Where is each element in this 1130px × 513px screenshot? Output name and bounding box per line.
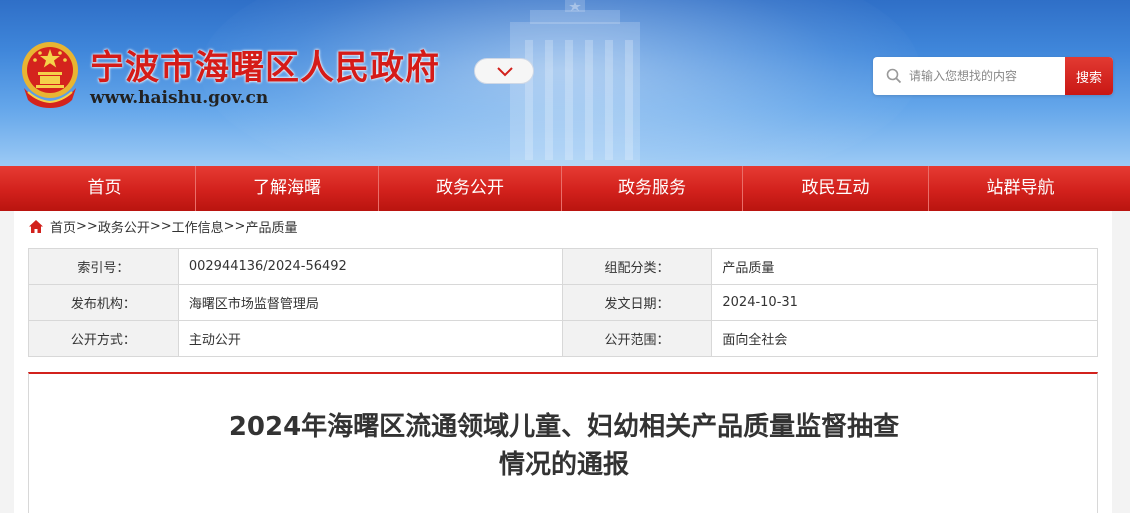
main-content: 首页 >> 政务公开 >> 工作信息 >> 产品质量 索引号： 00294413…: [14, 211, 1112, 513]
nav-item-gov-affairs-open[interactable]: 政务公开: [379, 166, 562, 211]
breadcrumb-home[interactable]: 首页: [50, 217, 76, 236]
meta-value-date: 2024-10-31: [711, 284, 1098, 321]
nav-item-interaction[interactable]: 政民互动: [743, 166, 929, 211]
meta-label-category: 组配分类：: [561, 248, 713, 285]
article-title-line-1: 2024年海曙区流通领域儿童、妇幼相关产品质量监督抽查: [228, 412, 900, 442]
meta-value-disclosure-method: 主动公开: [177, 320, 563, 357]
search-button[interactable]: 搜索: [1065, 57, 1113, 95]
nav-item-home[interactable]: 首页: [14, 166, 196, 211]
site-header: 宁波市海曙区人民政府 www.haishu.gov.cn 搜索: [0, 0, 1130, 166]
breadcrumb-gov-affairs-open[interactable]: 政务公开: [98, 217, 150, 236]
search-input[interactable]: [909, 57, 1064, 95]
article-title-line-2: 情况的通报: [498, 450, 629, 480]
meta-label-disclosure-method: 公开方式：: [28, 320, 179, 357]
article: 2024年海曙区流通领域儿童、妇幼相关产品质量监督抽查 情况的通报: [28, 372, 1098, 513]
breadcrumb-product-quality[interactable]: 产品质量: [245, 217, 297, 236]
meta-label-publisher: 发布机构：: [28, 284, 179, 321]
meta-value-disclosure-scope: 面向全社会: [711, 320, 1098, 357]
article-title: 2024年海曙区流通领域儿童、妇幼相关产品质量监督抽查 情况的通报: [29, 408, 1099, 484]
meta-value-publisher: 海曙区市场监督管理局: [177, 284, 563, 321]
table-row: 公开方式： 主动公开 公开范围： 面向全社会: [28, 320, 1098, 357]
document-meta-table: 索引号： 002944136/2024-56492 组配分类： 产品质量 发布机…: [28, 248, 1098, 357]
search-icon: [886, 68, 902, 84]
site-url: www.haishu.gov.cn: [90, 88, 269, 108]
chevron-down-icon: [497, 67, 513, 77]
meta-value-category: 产品质量: [711, 248, 1098, 285]
site-title: 宁波市海曙区人民政府: [90, 48, 440, 88]
nav-item-site-navigation[interactable]: 站群导航: [929, 166, 1112, 211]
breadcrumb: 首页 >> 政务公开 >> 工作信息 >> 产品质量: [28, 217, 297, 236]
breadcrumb-separator: >>: [149, 218, 172, 234]
nav-item-about-haishu[interactable]: 了解海曙: [196, 166, 379, 211]
national-emblem-icon: [22, 42, 78, 108]
search-box: 搜索: [873, 57, 1113, 95]
breadcrumb-work-info[interactable]: 工作信息: [172, 217, 224, 236]
meta-label-index: 索引号：: [28, 248, 179, 285]
meta-label-disclosure-scope: 公开范围：: [561, 320, 713, 357]
meta-label-date: 发文日期：: [561, 284, 713, 321]
home-icon: [29, 219, 43, 233]
site-switch-dropdown[interactable]: [474, 58, 534, 84]
main-nav: 首页 了解海曙 政务公开 政务服务 政民互动 站群导航: [0, 166, 1130, 211]
table-row: 发布机构： 海曙区市场监督管理局 发文日期： 2024-10-31: [28, 284, 1098, 321]
breadcrumb-separator: >>: [223, 218, 246, 234]
breadcrumb-separator: >>: [76, 218, 98, 234]
nav-item-gov-services[interactable]: 政务服务: [562, 166, 743, 211]
table-row: 索引号： 002944136/2024-56492 组配分类： 产品质量: [28, 248, 1098, 285]
meta-value-index: 002944136/2024-56492: [177, 248, 563, 285]
